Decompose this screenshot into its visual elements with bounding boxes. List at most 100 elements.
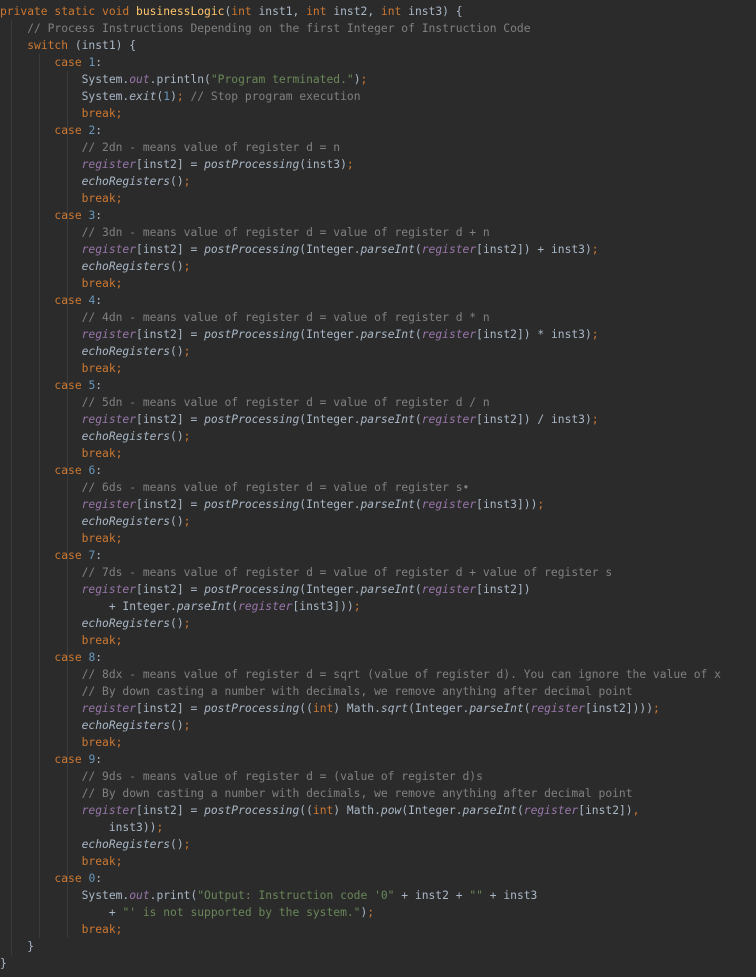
code-token: break; (81, 192, 123, 205)
code-token: register (238, 600, 293, 613)
code-line[interactable]: register[inst2] = postProcessing(Integer… (0, 326, 721, 343)
code-line[interactable]: register[inst2] = postProcessing(Integer… (0, 496, 721, 513)
code-token: ( (414, 243, 422, 256)
code-line[interactable]: // 4dn - means value of register d = val… (0, 309, 721, 326)
code-token: postProcessing (204, 243, 300, 256)
code-line[interactable]: case 1: (0, 54, 721, 71)
code-token: : (95, 753, 103, 766)
code-token: [inst2] = (136, 328, 205, 341)
code-token: ; (183, 430, 191, 443)
code-token: () (170, 430, 184, 443)
code-line[interactable]: System.exit(1); // Stop program executio… (0, 88, 721, 105)
code-token: [inst2]) + inst3) (476, 243, 592, 256)
code-line[interactable]: break; (0, 360, 721, 377)
code-line[interactable]: case 8: (0, 649, 721, 666)
code-token: ( (414, 328, 422, 341)
code-line[interactable]: echoRegisters(); (0, 173, 721, 190)
code-line[interactable]: echoRegisters(); (0, 428, 721, 445)
code-line[interactable]: inst3)); (0, 819, 721, 836)
code-line[interactable]: register[inst2] = postProcessing((int) M… (0, 700, 721, 717)
code-line[interactable]: break; (0, 734, 721, 751)
code-line[interactable]: case 0: (0, 870, 721, 887)
code-token: () (170, 515, 184, 528)
code-line[interactable]: // 2dn - means value of register d = n (0, 139, 721, 156)
code-line[interactable]: echoRegisters(); (0, 513, 721, 530)
code-line[interactable]: break; (0, 105, 721, 122)
code-line[interactable]: break; (0, 445, 721, 462)
code-line[interactable]: // 6ds - means value of register d = val… (0, 479, 721, 496)
code-line[interactable]: } (0, 955, 721, 972)
code-line[interactable]: break; (0, 853, 721, 870)
code-token: int (306, 5, 334, 18)
code-token: businessLogic (136, 5, 225, 18)
code-token: int (312, 702, 334, 715)
code-line[interactable]: break; (0, 275, 721, 292)
code-block[interactable]: private static void businessLogic (int in… (0, 3, 721, 972)
code-line[interactable]: register[inst2] = postProcessing(Integer… (0, 241, 721, 258)
code-line[interactable]: echoRegisters(); (0, 258, 721, 275)
code-line[interactable]: case 3: (0, 207, 721, 224)
code-line[interactable]: break; (0, 921, 721, 938)
code-line[interactable]: case 5: (0, 377, 721, 394)
code-line[interactable]: System.out.println("Program terminated."… (0, 71, 721, 88)
code-token: postProcessing (204, 413, 300, 426)
code-token: register (81, 583, 137, 596)
code-line[interactable]: // By down casting a number with decimal… (0, 683, 721, 700)
code-token: [inst2] = (136, 583, 205, 596)
code-line[interactable]: case 7: (0, 547, 721, 564)
code-line[interactable]: register[inst2] = postProcessing((int) M… (0, 802, 721, 819)
code-line[interactable]: break; (0, 530, 721, 547)
code-line[interactable]: // 5dn - means value of register d = val… (0, 394, 721, 411)
code-line[interactable]: register[inst2] = postProcessing(Integer… (0, 411, 721, 428)
code-editor[interactable]: private static void businessLogic (int in… (0, 0, 756, 977)
code-line[interactable]: // By down casting a number with decimal… (0, 785, 721, 802)
code-line[interactable]: private static void businessLogic(int in… (0, 3, 721, 20)
code-line[interactable]: // 9ds - means value of register d = (va… (0, 768, 721, 785)
code-line[interactable]: // 7ds - means value of register d = val… (0, 564, 721, 581)
code-token: ( (414, 583, 422, 596)
code-line[interactable]: case 6: (0, 462, 721, 479)
code-line[interactable]: break; (0, 632, 721, 649)
code-line[interactable]: // 8dx - means value of register d = sqr… (0, 666, 721, 683)
code-token: () (170, 838, 184, 851)
code-token: + inst2 + (394, 889, 470, 902)
code-token: parseInt (360, 328, 415, 341)
code-line[interactable]: break; (0, 190, 721, 207)
code-line[interactable]: switch (inst1) { (0, 37, 721, 54)
code-token: case (54, 294, 89, 307)
code-line[interactable]: // Process Instructions Depending on the… (0, 20, 721, 37)
code-line[interactable]: echoRegisters(); (0, 717, 721, 734)
code-line[interactable]: case 9: (0, 751, 721, 768)
code-line[interactable]: echoRegisters(); (0, 615, 721, 632)
code-line[interactable]: register[inst2] = postProcessing(inst3); (0, 156, 721, 173)
code-line[interactable]: // 3dn - means value of register d = val… (0, 224, 721, 241)
code-token: ( (523, 702, 531, 715)
code-token: register (81, 243, 137, 256)
code-line[interactable]: case 2: (0, 122, 721, 139)
code-line[interactable]: System.out.print("Output: Instruction co… (0, 887, 721, 904)
code-line[interactable]: echoRegisters(); (0, 343, 721, 360)
code-token: ; (353, 600, 361, 613)
code-token: case (54, 379, 89, 392)
code-token: break; (81, 855, 123, 868)
code-token: int (231, 5, 259, 18)
code-line[interactable]: register[inst2] = postProcessing(Integer… (0, 581, 721, 598)
code-token: (( (299, 702, 313, 715)
code-line[interactable]: + Integer.parseInt(register[inst3])); (0, 598, 721, 615)
code-token: (inst3) (299, 158, 347, 171)
code-token: case (54, 651, 89, 664)
code-line[interactable]: + "' is not supported by the system."); (0, 904, 721, 921)
code-line[interactable]: } (0, 938, 721, 955)
code-token: int (312, 804, 334, 817)
code-line[interactable]: echoRegisters(); (0, 836, 721, 853)
code-line[interactable]: case 4: (0, 292, 721, 309)
